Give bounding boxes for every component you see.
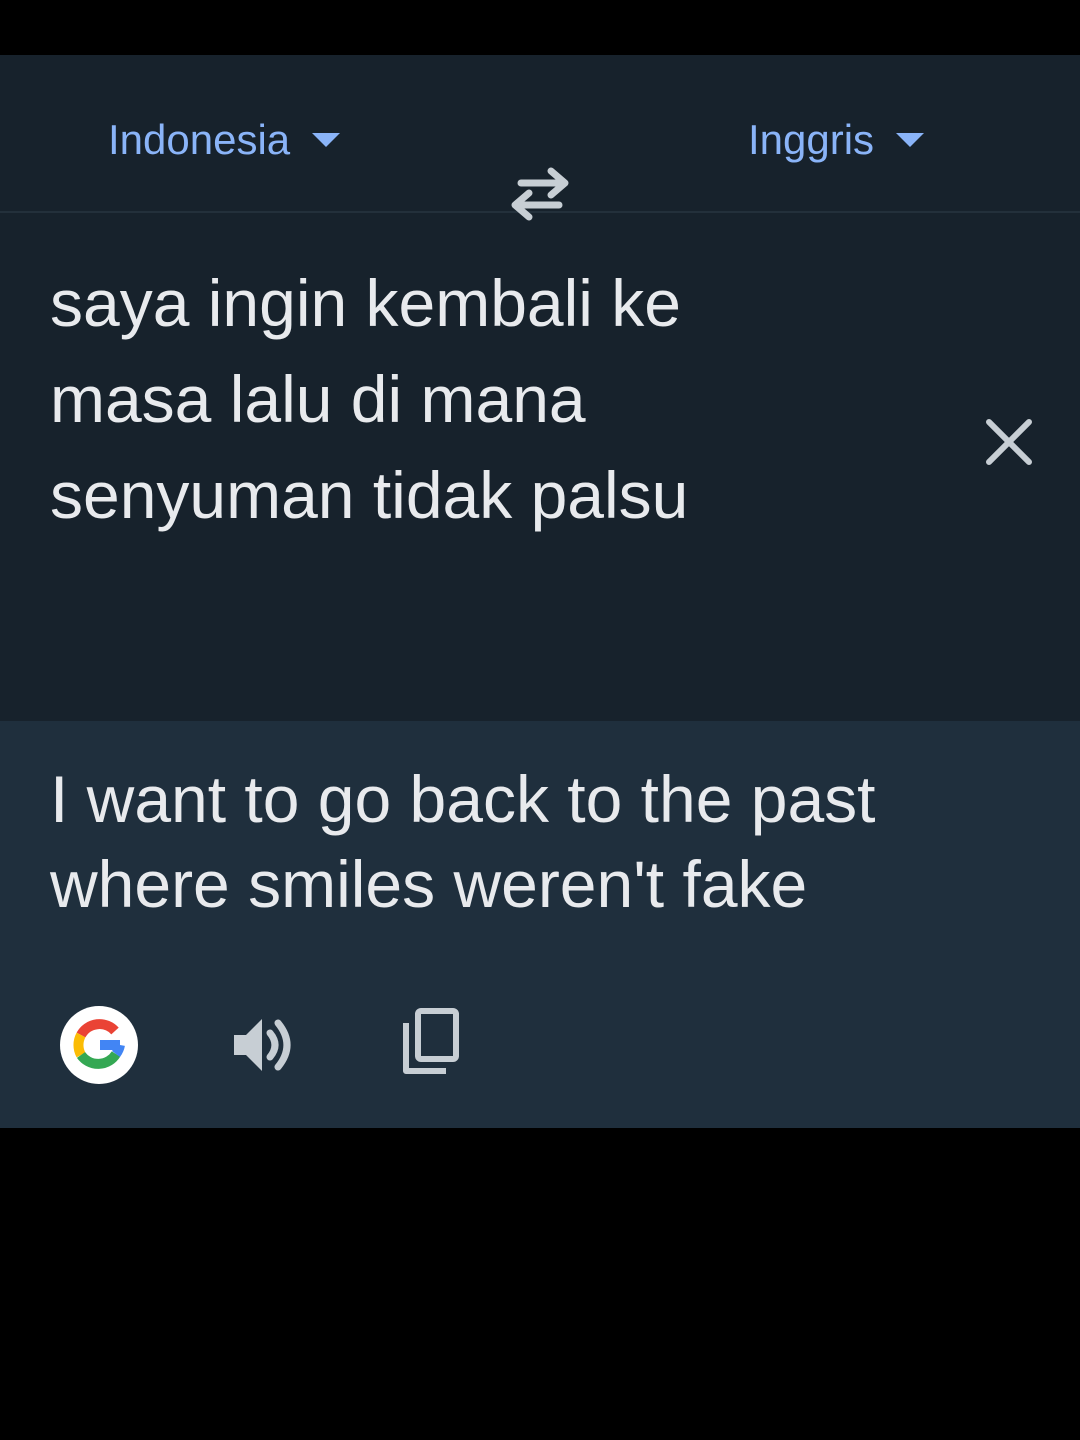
copy-icon[interactable] — [398, 1005, 464, 1077]
translation-result-panel: I want to go back to the past where smil… — [0, 721, 1080, 1128]
translated-text: I want to go back to the past where smil… — [50, 762, 876, 921]
language-bar: Indonesia Inggris — [0, 55, 1080, 221]
source-language-selector[interactable]: Indonesia — [108, 110, 342, 170]
close-icon[interactable] — [980, 413, 1038, 471]
target-language-selector[interactable]: Inggris — [748, 110, 926, 170]
caret-down-icon — [312, 133, 341, 147]
caret-down-icon — [896, 133, 925, 147]
source-input-panel[interactable]: saya ingin kembali ke masa lalu di mana … — [0, 213, 1080, 841]
translate-app: Indonesia Inggris saya ingin kembali ke … — [0, 55, 1080, 1128]
google-logo-icon[interactable] — [60, 1006, 138, 1084]
source-text[interactable]: saya ingin kembali ke masa lalu di mana … — [50, 255, 930, 543]
target-language-label: Inggris — [748, 116, 875, 163]
source-language-label: Indonesia — [108, 116, 291, 163]
speaker-icon[interactable] — [228, 1009, 300, 1081]
